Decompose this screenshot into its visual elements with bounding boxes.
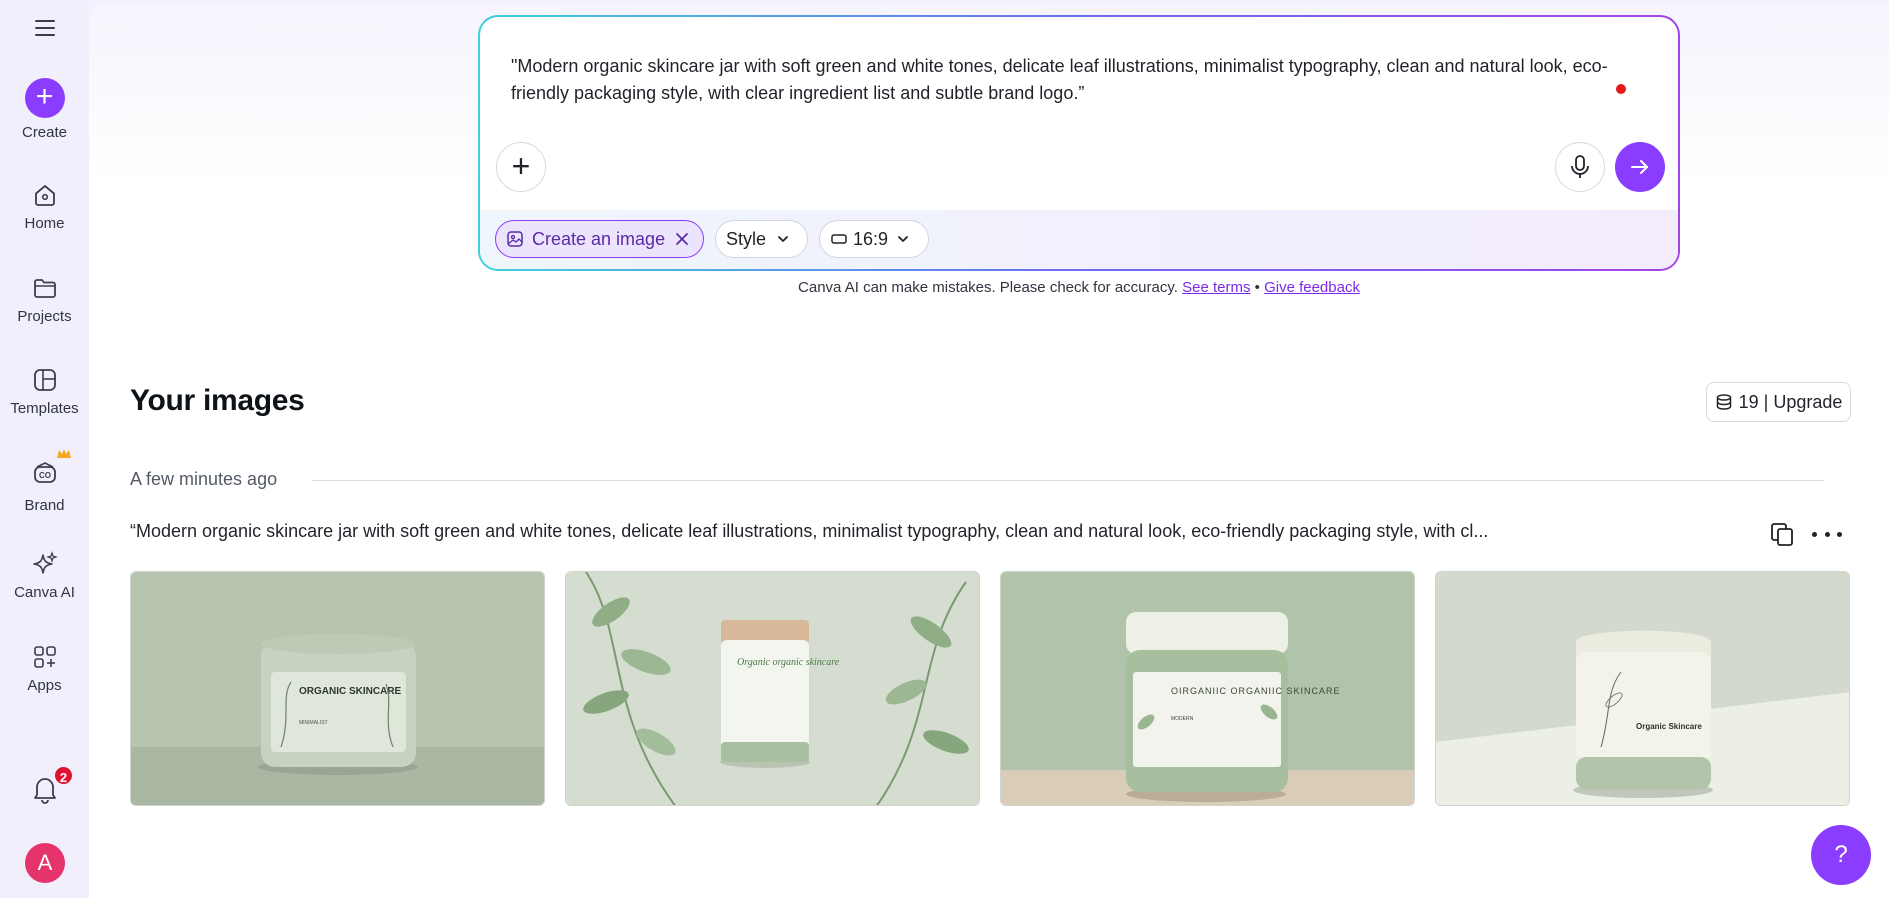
disclaimer: Canva AI can make mistakes. Please check… xyxy=(478,279,1680,296)
brand-icon: CO xyxy=(33,462,56,483)
coins-icon xyxy=(1716,394,1731,410)
crown-icon xyxy=(56,449,71,458)
jar-sub-text: MINIMALIST xyxy=(299,720,328,726)
recording-indicator xyxy=(1616,84,1626,94)
apps-icon xyxy=(33,646,56,668)
generated-image-1[interactable]: ORGANIC SKINCARE MINIMALIST xyxy=(130,571,545,806)
options-bar: Create an image Style 16:9 xyxy=(480,210,1678,269)
prompt-box: "Modern organic skincare jar with soft g… xyxy=(478,15,1680,271)
jar-label-text: Organic organic skincare xyxy=(737,657,840,668)
menu-icon[interactable] xyxy=(33,16,57,40)
copy-icon[interactable] xyxy=(1768,520,1796,548)
sparkle-icon xyxy=(32,551,58,574)
disclaimer-text: Canva AI can make mistakes. Please check… xyxy=(798,279,1178,296)
generated-image-3[interactable]: OIRGANIIC ORGANIIC SKINCARE MODERN xyxy=(1000,571,1415,806)
credits-upgrade-button[interactable]: 19 | Upgrade xyxy=(1706,382,1851,422)
image-icon xyxy=(507,231,523,247)
image-grid: ORGANIC SKINCARE MINIMALIST Organic orga… xyxy=(130,571,1851,810)
sidebar-item-apps[interactable]: Apps xyxy=(0,643,89,694)
help-button[interactable]: ? xyxy=(1811,825,1871,885)
add-button[interactable]: + xyxy=(496,142,546,192)
microphone-icon xyxy=(1571,155,1589,178)
sidebar-item-label: Brand xyxy=(24,497,65,514)
sidebar-item-label: Projects xyxy=(17,308,72,325)
sidebar: + Create Home Projects Templates CO Bran… xyxy=(0,0,89,898)
prompt-input[interactable]: "Modern organic skincare jar with soft g… xyxy=(511,53,1651,107)
sidebar-item-canva-ai[interactable]: Canva AI xyxy=(0,550,89,601)
credits-label: 19 | Upgrade xyxy=(1738,391,1843,412)
sidebar-item-label: Home xyxy=(24,215,65,232)
create-button[interactable]: + xyxy=(24,78,65,118)
home-icon xyxy=(34,185,55,206)
arrow-right-icon xyxy=(1631,160,1648,174)
create-image-chip[interactable]: Create an image xyxy=(495,220,704,258)
give-feedback-link[interactable]: Give feedback xyxy=(1264,279,1360,296)
notification-badge: 2 xyxy=(53,765,74,786)
more-options-icon[interactable] xyxy=(1812,520,1842,548)
sidebar-item-home[interactable]: Home xyxy=(0,181,89,232)
sidebar-item-templates[interactable]: Templates xyxy=(0,366,89,417)
aspect-ratio-icon xyxy=(831,234,847,244)
avatar[interactable]: A xyxy=(25,843,65,883)
sidebar-item-label: Canva AI xyxy=(14,584,75,601)
create-image-label: Create an image xyxy=(532,228,666,249)
microphone-button[interactable] xyxy=(1555,142,1605,192)
aspect-ratio-dropdown[interactable]: 16:9 xyxy=(819,220,929,258)
sidebar-item-label: Create xyxy=(21,124,68,141)
page-title: Your images xyxy=(130,384,305,417)
sidebar-item-create[interactable]: Create xyxy=(0,124,89,141)
close-icon[interactable] xyxy=(675,232,689,246)
sidebar-item-label: Templates xyxy=(10,400,79,417)
main-panel: "Modern organic skincare jar with soft g… xyxy=(89,4,1889,898)
sidebar-item-brand[interactable]: CO Brand xyxy=(0,449,89,514)
jar-label-text: OIRGANIIC ORGANIIC SKINCARE xyxy=(1171,686,1341,696)
chevron-down-icon xyxy=(778,236,788,242)
prompt-summary: “Modern organic skincare jar with soft g… xyxy=(130,521,1489,541)
style-dropdown[interactable]: Style xyxy=(715,220,808,258)
style-label: Style xyxy=(726,228,767,249)
divider xyxy=(312,480,1824,481)
sidebar-item-projects[interactable]: Projects xyxy=(0,274,89,325)
generated-image-2[interactable]: Organic organic skincare xyxy=(565,571,980,806)
aspect-ratio-label: 16:9 xyxy=(853,228,889,249)
chevron-down-icon xyxy=(898,236,908,242)
generated-image-4[interactable]: Organic Skincare xyxy=(1435,571,1850,806)
svg-text:CO: CO xyxy=(39,471,51,480)
jar-label-text: ORGANIC SKINCARE xyxy=(299,686,402,697)
folder-icon xyxy=(33,279,56,298)
jar-label-text: Organic Skincare xyxy=(1636,722,1702,731)
see-terms-link[interactable]: See terms xyxy=(1182,279,1250,296)
jar-sub-text: MODERN xyxy=(1171,716,1194,722)
separator: • xyxy=(1254,279,1260,296)
templates-icon xyxy=(33,369,56,391)
send-button[interactable] xyxy=(1615,142,1665,192)
sidebar-item-label: Apps xyxy=(27,677,62,694)
notifications-button[interactable]: 2 xyxy=(28,765,74,806)
time-label: A few minutes ago xyxy=(130,469,278,489)
